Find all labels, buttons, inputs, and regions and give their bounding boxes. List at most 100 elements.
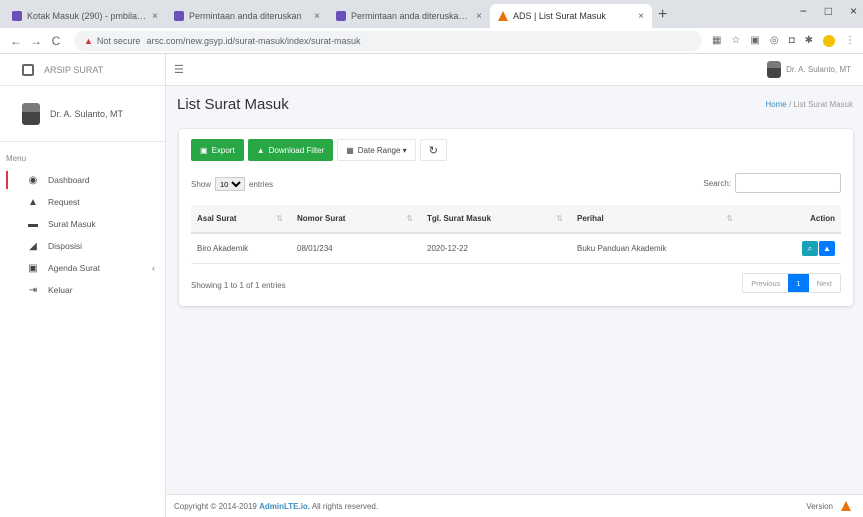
sidebar-item-surat-masuk[interactable]: ▬ Surat Masuk: [0, 213, 165, 235]
extension-icons: ▦ ☆ ▣ ◎ ◘ ✱ ⋮: [712, 34, 855, 47]
address-bar[interactable]: ▲ Not secure arsc.com/new.gsyp.id/surat-…: [74, 30, 702, 51]
cell-action: ⌕ ▲: [741, 233, 841, 264]
search-icon: ⌕: [807, 243, 813, 253]
new-tab-button[interactable]: +: [658, 4, 667, 28]
puzzle-icon[interactable]: ✱: [805, 35, 813, 46]
view-button[interactable]: ⌕: [802, 240, 818, 256]
gmail-icon: [336, 11, 346, 21]
version-info: Version: [806, 501, 851, 511]
gmail-icon: [174, 11, 184, 21]
browser-tab[interactable]: Permintaan anda diteruskan ×: [166, 4, 328, 28]
hamburger-icon[interactable]: ☰: [174, 63, 184, 76]
pagination: Previous 1 Next: [742, 273, 841, 293]
extension-icon[interactable]: ◎: [770, 35, 779, 46]
list-card: ▣ Export ▲ Download Filter ▦ Date Range ▾ ↻…: [179, 129, 853, 306]
search-input[interactable]: [735, 173, 841, 193]
inbox-icon: ▬: [28, 218, 38, 230]
tachometer-icon: ◉: [28, 174, 38, 186]
col-header-perihal[interactable]: Perihal ⇅: [571, 205, 741, 234]
col-header-nomor-surat[interactable]: Nomor Surat ⇅: [291, 205, 421, 234]
browser-toolbar: ← → C ▲ Not secure arsc.com/new.gsyp.id/…: [0, 28, 863, 54]
close-window-icon[interactable]: ×: [850, 4, 857, 18]
browser-tab-active[interactable]: ADS | List Surat Masuk ×: [490, 4, 652, 28]
sort-icon: ⇅: [406, 214, 413, 223]
reload-icon[interactable]: C: [48, 34, 64, 48]
content-header: List Surat Masuk Home / List Surat Masuk: [177, 96, 853, 113]
translate-icon[interactable]: ▦: [712, 35, 721, 46]
brand-logo-icon: [22, 63, 34, 76]
star-icon[interactable]: ☆: [731, 35, 740, 46]
export-button[interactable]: ▣ Export: [191, 139, 244, 161]
avatar: [22, 102, 40, 125]
bell-icon: ▲: [28, 196, 38, 208]
browser-tab[interactable]: Kotak Masuk (290) - pmbilakade ×: [4, 4, 166, 28]
avatar: [767, 61, 782, 78]
cell-perihal: Buku Panduan Akademik: [571, 233, 741, 264]
search-control: Search:: [703, 173, 841, 193]
cell-nomor-surat: 08/01/234: [291, 233, 421, 264]
user-name: Dr. A. Sulanto, MT: [786, 65, 851, 74]
table-header-row: Asal Surat ⇅ Nomor Surat ⇅ Tgl. Surat Masu…: [191, 205, 841, 234]
user-name: Dr. A. Sulanto, MT: [50, 108, 124, 119]
extension-icon[interactable]: ▣: [750, 35, 759, 46]
page-1-button[interactable]: 1: [788, 274, 809, 292]
not-secure-icon: ▲: [84, 35, 93, 46]
sort-icon: ⇅: [276, 214, 283, 223]
browser-tab[interactable]: Permintaan anda diteruskan - Sear×: [328, 4, 490, 28]
close-icon[interactable]: ×: [638, 11, 644, 22]
sidebar-item-label: Request: [48, 197, 80, 207]
chevron-left-icon: ‹: [152, 263, 155, 273]
disposisi-button[interactable]: ▲: [819, 240, 835, 256]
app-logo-icon: [841, 501, 851, 511]
sign-out-icon: ⇥: [28, 284, 38, 296]
forward-icon[interactable]: →: [28, 34, 44, 48]
close-icon[interactable]: ×: [152, 11, 158, 22]
sidebar-menu: ◉ Dashboard ▲ Request ▬ Surat Masuk ◢ Disposisi…: [0, 169, 165, 301]
breadcrumb-home[interactable]: Home: [765, 100, 786, 109]
sidebar-item-disposisi[interactable]: ◢ Disposisi: [0, 235, 165, 257]
close-icon[interactable]: ×: [314, 11, 320, 22]
upload-icon: ▲: [823, 243, 831, 253]
sidebar-item-dashboard[interactable]: ◉ Dashboard: [0, 169, 165, 191]
sort-icon: ⇅: [556, 214, 563, 223]
date-range-button[interactable]: ▦ Date Range ▾: [337, 139, 416, 161]
sidebar-item-keluar[interactable]: ⇥ Keluar: [0, 279, 165, 301]
user-panel[interactable]: Dr. A. Sulanto, MT: [0, 86, 165, 142]
copyright: Copyright © 2014-2019 AdminLTE.io. All r…: [174, 501, 379, 511]
extension-icon[interactable]: ◘: [789, 35, 795, 46]
surat-masuk-table: Asal Surat ⇅ Nomor Surat ⇅ Tgl. Surat Masu…: [191, 205, 841, 264]
length-control: Show 10 entries: [191, 177, 273, 191]
download-filter-button[interactable]: ▲ Download Filter: [247, 139, 334, 161]
browser-tabstrip: Kotak Masuk (290) - pmbilakade × Perminta…: [0, 0, 863, 28]
profile-icon[interactable]: [823, 34, 835, 47]
table-info: Showing 1 to 1 of 1 entries: [191, 281, 286, 290]
book-icon: ▣: [28, 262, 38, 274]
col-header-tgl-surat-masuk[interactable]: Tgl. Surat Masuk ⇅: [421, 205, 571, 234]
back-icon[interactable]: ←: [8, 34, 24, 48]
gmail-icon: [12, 11, 22, 21]
refresh-icon: ↻: [428, 144, 438, 157]
breadcrumb-current: List Surat Masuk: [793, 100, 853, 109]
sidebar-item-label: Surat Masuk: [48, 219, 96, 229]
sidebar-item-agenda-surat[interactable]: ▣ Agenda Surat ‹: [0, 257, 165, 279]
menu-dots-icon[interactable]: ⋮: [845, 35, 855, 46]
maximize-icon[interactable]: □: [825, 4, 832, 18]
not-secure-label: Not secure: [96, 35, 141, 46]
table-row: Biro Akademik 08/01/234 2020-12-22 Buku …: [191, 233, 841, 264]
url-text: arsc.com/new.gsyp.id/surat-masuk/index/s…: [146, 35, 361, 46]
minimize-icon[interactable]: −: [800, 4, 807, 18]
next-button[interactable]: Next: [809, 274, 840, 292]
top-navbar: ☰ Dr. A. Sulanto, MT: [166, 54, 863, 86]
sidebar-item-request[interactable]: ▲ Request: [0, 191, 165, 213]
refresh-button[interactable]: ↻: [419, 139, 447, 161]
previous-button[interactable]: Previous: [743, 274, 788, 292]
sidebar: ARSIP SURAT Dr. A. Sulanto, MT Menu ◉ Das…: [0, 54, 166, 517]
entries-select[interactable]: 10: [215, 177, 246, 191]
brand[interactable]: ARSIP SURAT: [0, 54, 165, 86]
user-dropdown[interactable]: Dr. A. Sulanto, MT: [767, 61, 851, 78]
breadcrumb: Home / List Surat Masuk: [765, 100, 853, 109]
adminlte-link[interactable]: AdminLTE.io.: [259, 502, 310, 511]
download-icon: ▲: [256, 145, 265, 155]
col-header-asal-surat[interactable]: Asal Surat ⇅: [191, 205, 291, 234]
close-icon[interactable]: ×: [476, 11, 482, 22]
